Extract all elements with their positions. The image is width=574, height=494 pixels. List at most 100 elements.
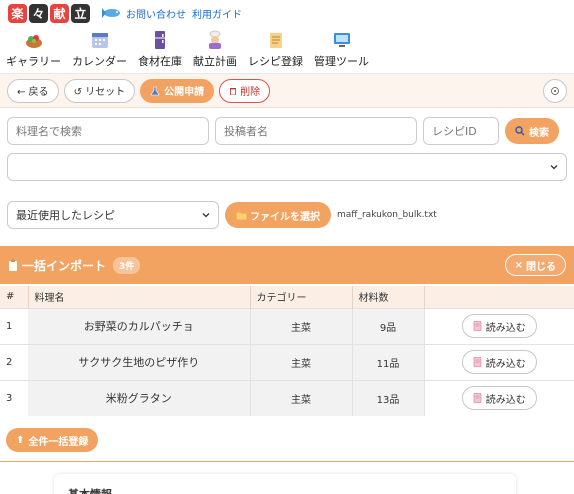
nav-inventory[interactable]: 食材在庫 (138, 30, 182, 69)
row-ingredient-count: 11品 (352, 343, 425, 380)
load-recipe-button[interactable]: 読み込む (461, 350, 537, 374)
bulk-import-header: 一括インポート 3件 × 閉じる (0, 246, 574, 284)
col-recipe-name: 料理名 (28, 286, 251, 308)
recipe-id-input[interactable]: レシピID (423, 117, 499, 145)
main-nav: ギャラリー カレンダー 食材在庫 献立計画 レシピ登録 管理ツール (0, 26, 574, 74)
recent-recipe-value: 最近使用したレシピ (16, 209, 115, 222)
fridge-icon (155, 31, 165, 49)
calendar-icon (91, 33, 108, 48)
import-count-badge: 3件 (113, 256, 141, 274)
bulk-register-button[interactable]: ⬆ 全件一括登録 (6, 428, 99, 452)
choose-file-button[interactable]: ファイルを選択 (225, 202, 331, 228)
monitor-icon (333, 33, 350, 47)
delete-button[interactable]: 削除 (219, 78, 271, 103)
clipboard-icon (9, 259, 17, 271)
choose-file-label: ファイルを選択 (250, 211, 320, 223)
row-recipe-name: お野菜のカルパッチョ (28, 307, 251, 344)
nav-label: 管理ツール (314, 55, 369, 68)
nav-label: ギャラリー (6, 55, 61, 68)
document-icon (473, 321, 482, 331)
trash-icon (230, 87, 237, 95)
table-row: 2 サクサク生地のピザ作り 主菜 11品 読み込む (0, 343, 574, 380)
back-button[interactable]: ← 戻る (7, 78, 59, 103)
table-row: 3 米粉グラタン 主菜 13品 読み込む (0, 379, 574, 416)
basic-info-card: 基本情報 (54, 474, 516, 494)
document-icon (473, 357, 482, 367)
recipe-name-search-input[interactable]: 料理名で検索 (7, 117, 209, 145)
row-ingredient-count: 9品 (352, 307, 425, 344)
nav-label: 食材在庫 (138, 55, 182, 68)
nav-recipe-register[interactable]: レシピ登録 (248, 30, 303, 69)
publish-request-button[interactable]: 公開申請 (140, 78, 215, 103)
col-ingredients: 材料数 (352, 286, 425, 308)
file-row: 最近使用したレシピ ファイルを選択 maff_rakukon_bulk.txt (0, 181, 574, 229)
row-action-cell: 読み込む (424, 307, 574, 344)
load-recipe-button[interactable]: 読み込む (461, 314, 537, 338)
folder-icon (236, 212, 247, 219)
logo-char: 々 (29, 3, 48, 23)
row-category: 主菜 (250, 307, 353, 344)
row-recipe-name: 米粉グラタン (28, 379, 251, 416)
chef-icon (209, 30, 221, 49)
logo-char: 立 (71, 3, 90, 23)
close-label: 閉じる (526, 261, 556, 273)
close-import-button[interactable]: × 閉じる (504, 254, 566, 276)
close-icon: × (514, 259, 523, 271)
top-bar: 楽 々 献 立 お問い合わせ 利用ガイド (0, 0, 574, 26)
salad-icon (25, 35, 42, 48)
import-table: # 料理名 カテゴリー 材料数 1 お野菜のカルパッチョ 主菜 9品 読み込む … (0, 286, 574, 416)
row-recipe-name: サクサク生地のピザ作り (28, 343, 251, 380)
logo-char: 楽 (8, 3, 27, 23)
row-ingredient-count: 13品 (352, 379, 425, 416)
nav-label: カレンダー (72, 55, 127, 68)
nav-meal-plan[interactable]: 献立計画 (193, 30, 237, 69)
nav-label: レシピ登録 (248, 55, 303, 68)
delete-label: 削除 (240, 87, 261, 98)
fish-icon (102, 8, 120, 18)
load-label: 読み込む (485, 322, 526, 334)
document-icon (473, 393, 482, 404)
col-category: カテゴリー (250, 286, 353, 308)
row-category: 主菜 (250, 379, 353, 416)
row-number: 2 (0, 343, 28, 380)
row-category: 主菜 (250, 343, 353, 380)
search-icon (515, 126, 525, 136)
load-recipe-button[interactable]: 読み込む (461, 386, 537, 411)
bulk-register-label: 全件一括登録 (28, 436, 89, 448)
logo-char: 献 (50, 3, 69, 23)
target-icon (551, 86, 559, 95)
scroll-icon (269, 33, 282, 48)
nav-calendar[interactable]: カレンダー (72, 30, 127, 69)
import-title: 一括インポート (22, 258, 107, 273)
search-label: 検索 (529, 127, 549, 139)
search-button[interactable]: 検索 (505, 118, 559, 144)
search-row: 料理名で検索 投稿者名 レシピID 検索 (0, 108, 574, 145)
nav-label: 献立計画 (193, 55, 237, 68)
table-header-row: # 料理名 カテゴリー 材料数 (0, 286, 574, 308)
filter-select[interactable] (7, 153, 567, 181)
arrow-up-icon: ⬆ (16, 434, 25, 446)
author-input[interactable]: 投稿者名 (215, 117, 417, 145)
load-label: 読み込む (485, 358, 526, 370)
selected-filename: maff_rakukon_bulk.txt (337, 210, 437, 220)
section-divider (0, 461, 574, 462)
publish-label: 公開申請 (164, 87, 205, 98)
chevron-down-icon (550, 165, 558, 170)
recent-recipe-select[interactable]: 最近使用したレシピ (7, 201, 219, 229)
table-row: 1 お野菜のカルパッチョ 主菜 9品 読み込む (0, 307, 574, 344)
flask-icon (150, 86, 160, 95)
col-actions (424, 286, 574, 308)
nav-gallery[interactable]: ギャラリー (6, 30, 61, 69)
nav-admin-tools[interactable]: 管理ツール (314, 30, 369, 69)
chevron-down-icon (202, 213, 210, 218)
basic-info-title: 基本情報 (68, 486, 502, 494)
options-button[interactable] (543, 78, 567, 103)
row-action-cell: 読み込む (424, 379, 574, 416)
app-logo[interactable]: 楽 々 献 立 (8, 3, 90, 23)
reset-button[interactable]: ↺ リセット (63, 78, 136, 103)
row-action-cell: 読み込む (424, 343, 574, 380)
col-number: # (0, 286, 29, 308)
guide-link[interactable]: 利用ガイド (192, 6, 242, 21)
row-number: 3 (0, 379, 28, 416)
contact-link[interactable]: お問い合わせ (126, 6, 186, 21)
